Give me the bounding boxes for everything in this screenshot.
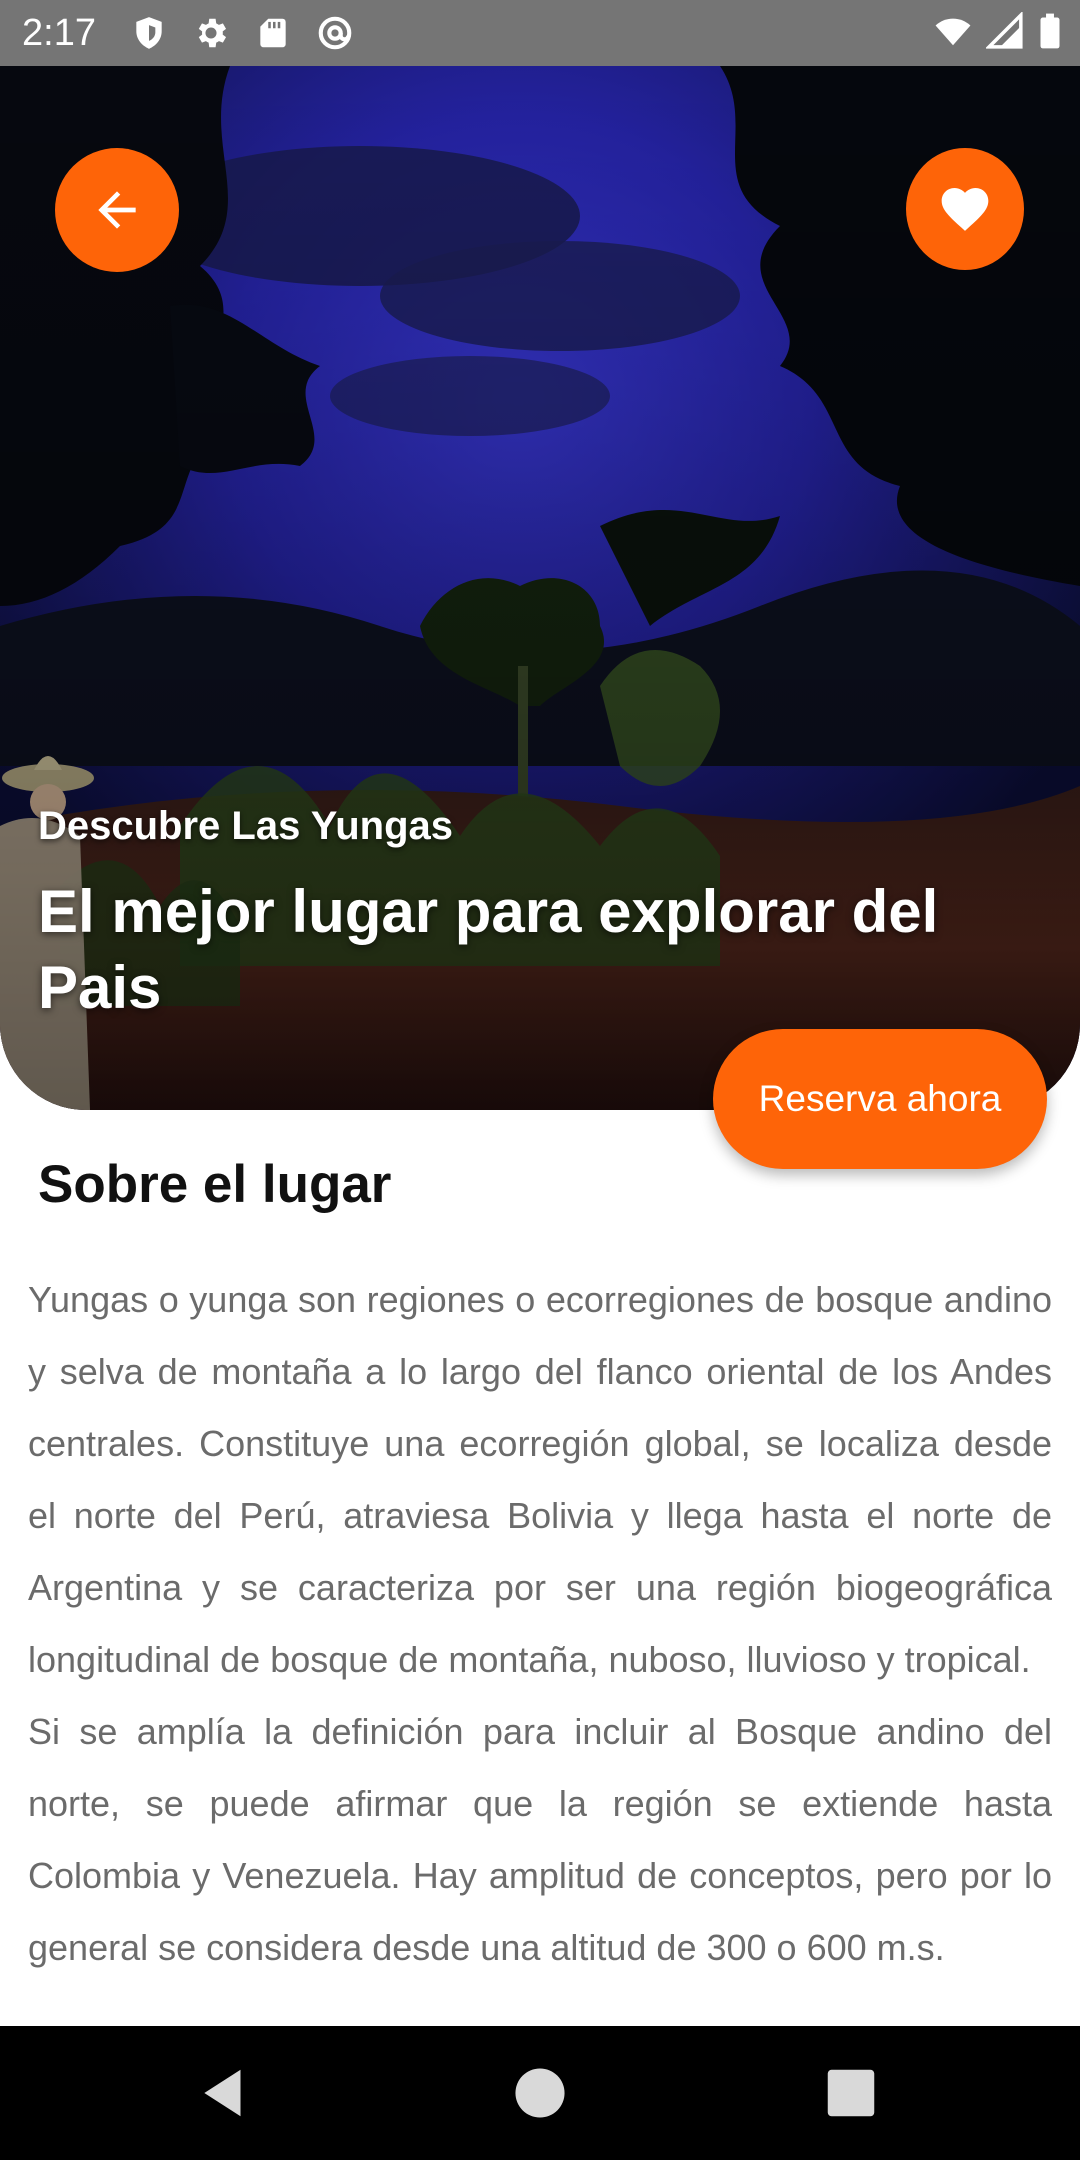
status-bar: 2:17 (0, 0, 1080, 66)
back-triangle-icon (204, 2069, 241, 2117)
back-button[interactable] (55, 148, 179, 272)
about-heading: Sobre el lugar (38, 1155, 392, 1214)
wifi-icon (934, 12, 972, 50)
hero-subtitle: Descubre Las Yungas (38, 804, 453, 848)
status-notification-icons (130, 14, 354, 52)
cellular-signal-icon (986, 12, 1024, 50)
about-content[interactable]: Yungas o yunga son regiones o ecorregion… (28, 1264, 1052, 2026)
place-detail-screen: 2:17 Descubre Las Yungas El mejor lugar … (0, 0, 1080, 2160)
arrow-left-icon (98, 191, 136, 229)
favorite-button[interactable] (906, 148, 1024, 270)
status-system-icons (934, 12, 1062, 50)
shield-icon (130, 14, 168, 52)
recents-square-icon (827, 2069, 875, 2117)
at-sign-icon (316, 14, 354, 52)
sd-card-icon (254, 14, 292, 52)
reserve-now-button[interactable]: Reserva ahora (713, 1029, 1047, 1169)
system-navigation-bar (0, 2026, 1080, 2160)
nav-recents-button[interactable] (820, 2062, 882, 2124)
nav-home-button[interactable] (509, 2062, 571, 2124)
about-paragraph: Si se amplía la definición para incluir … (28, 1711, 1052, 1968)
hero-title: El mejor lugar para explorar del Pais (38, 878, 939, 1021)
heart-icon (941, 188, 989, 231)
battery-icon (1038, 12, 1062, 50)
about-paragraph: Yungas o yunga son regiones o ecorregion… (28, 1279, 1052, 1680)
settings-gear-icon (192, 14, 230, 52)
status-time: 2:17 (22, 12, 96, 54)
home-circle-icon (515, 2068, 565, 2118)
nav-back-button[interactable] (194, 2062, 256, 2124)
